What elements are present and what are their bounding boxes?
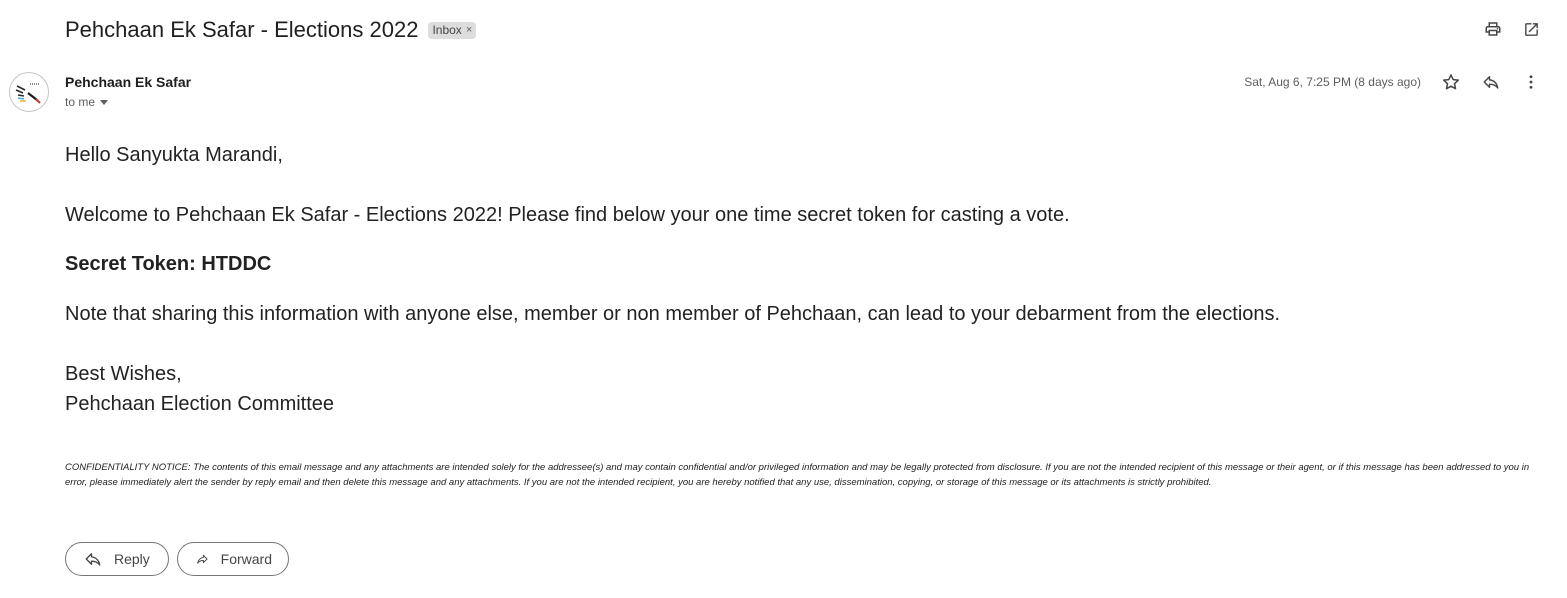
reply-button-label: Reply [114,551,150,567]
message-actions [1441,72,1541,92]
forward-button-label: Forward [220,551,272,567]
sender-avatar[interactable] [9,72,49,112]
thread-actions [1483,19,1541,39]
caret-down-icon [100,100,109,105]
recipient-details-toggle[interactable]: to me [65,95,109,109]
greeting: Hello Sanyukta Marandi, [65,144,283,166]
recipient-label: to me [65,95,96,109]
warning-note: Note that sharing this information with … [65,303,1281,325]
more-vert-icon[interactable] [1521,72,1541,92]
signoff: Best Wishes, [65,363,182,385]
label-text: Inbox [432,22,462,37]
reply-button[interactable]: Reply [65,542,169,576]
remove-label-icon[interactable]: × [466,24,472,36]
forward-arrow-icon [197,554,208,564]
intro-text: Welcome to Pehchaan Ek Safar - Elections… [65,204,1070,226]
open-new-window-icon[interactable] [1521,19,1541,39]
signature: Pehchaan Election Committee [65,393,335,415]
secret-token: Secret Token: HTDDC [65,253,272,275]
message-date: Sat, Aug 6, 7:25 PM (8 days ago) [1244,75,1421,89]
reply-arrow-icon [85,553,101,566]
inbox-label-chip[interactable]: Inbox × [428,21,477,39]
confidentiality-notice: CONFIDENTIALITY NOTICE: The contents of … [65,462,1530,488]
reply-icon[interactable] [1481,72,1501,92]
forward-button[interactable]: Forward [177,542,289,576]
print-icon[interactable] [1483,19,1503,39]
subject-row: Pehchaan Ek Safar - Elections 2022 Inbox… [65,16,477,44]
star-icon[interactable] [1441,72,1461,92]
email-subject: Pehchaan Ek Safar - Elections 2022 [65,17,419,42]
sender-name: Pehchaan Ek Safar [65,74,192,90]
